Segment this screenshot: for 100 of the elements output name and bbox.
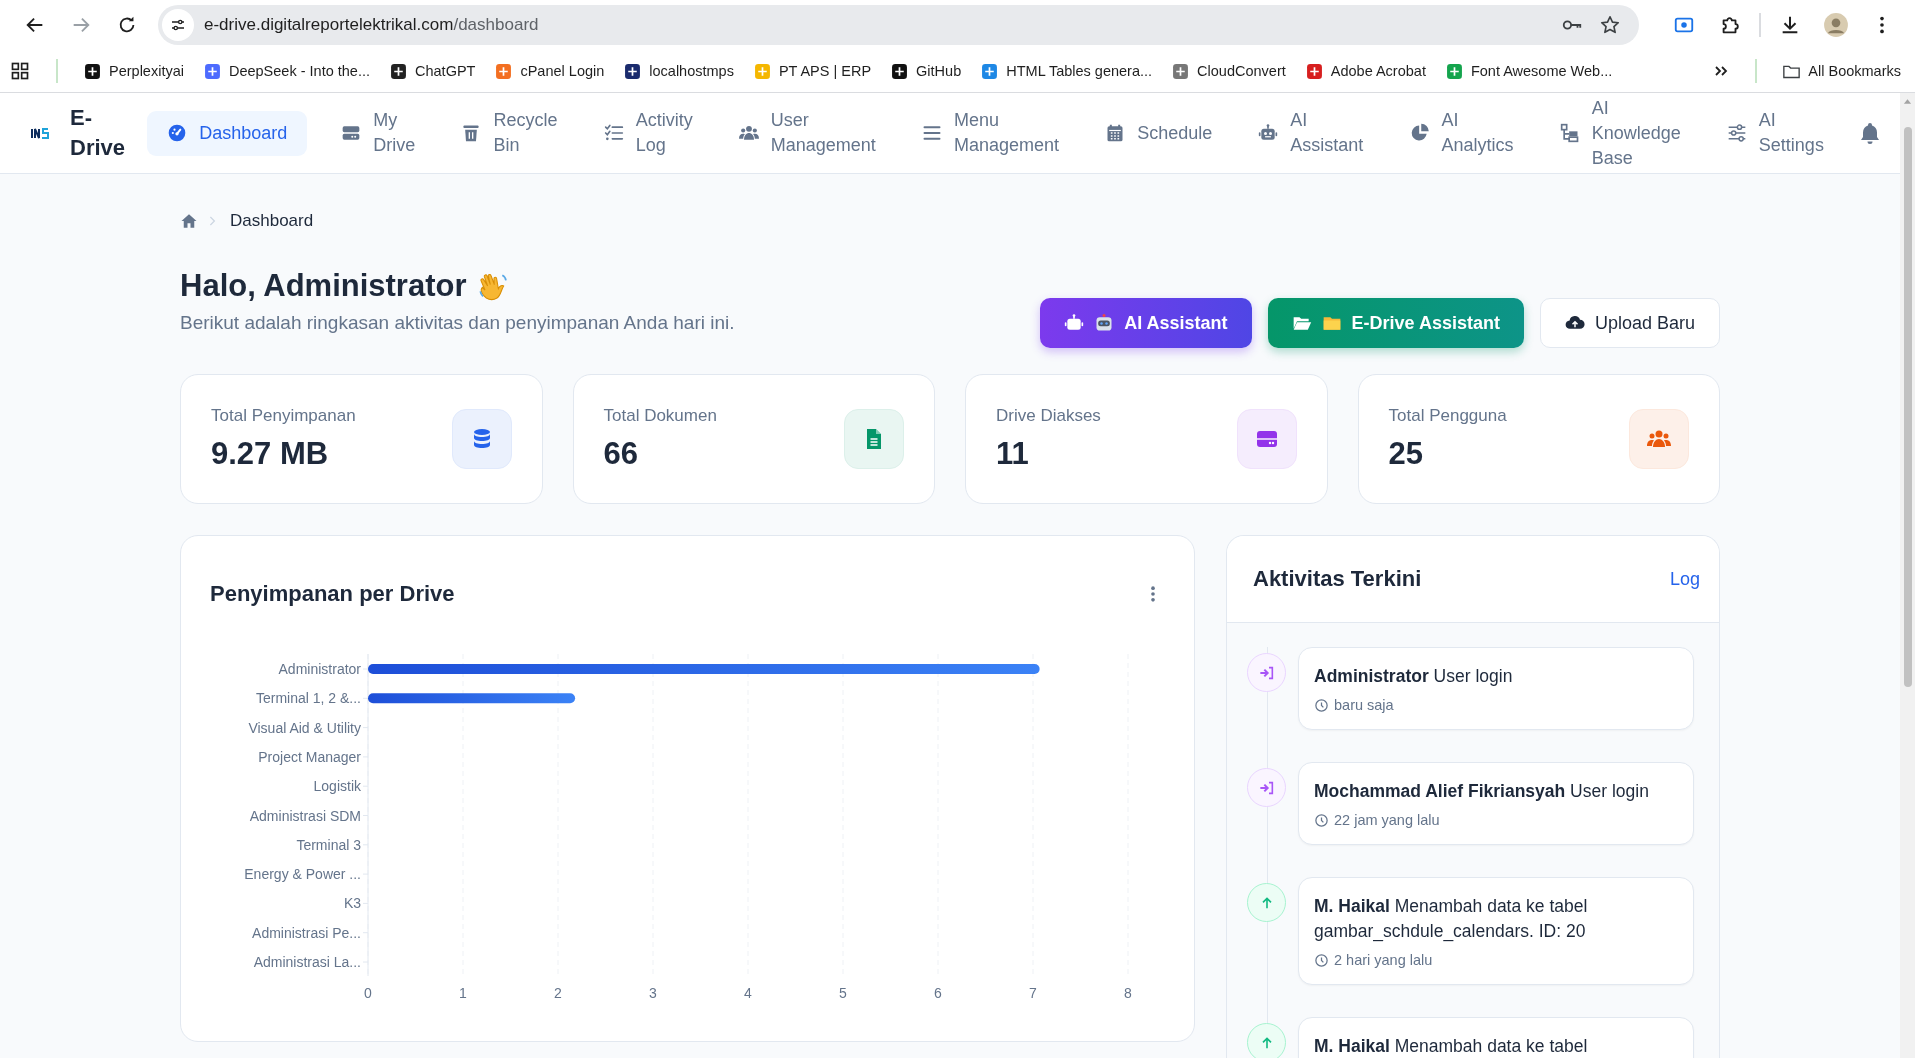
category-label: Visual Aid & Utility	[248, 719, 361, 736]
bookmark-link[interactable]: CloudConvert	[1197, 63, 1286, 79]
site-icon	[1172, 62, 1190, 80]
page-subtitle: Berikut adalah ringkasan aktivitas dan penyimpanan Anda hari ini.	[180, 311, 735, 335]
nav-icon	[167, 123, 188, 143]
address-bar[interactable]: e-drive.digitalreportelektrikal.com/dashboard	[158, 5, 1639, 45]
more-options-icon[interactable]	[1149, 584, 1157, 604]
bookmark-link[interactable]: PT APS | ERP	[778, 63, 872, 79]
avatar-icon[interactable]	[1823, 12, 1849, 38]
axis-tick-label: 8	[1124, 985, 1132, 1001]
category-label: Terminal 1, 2 &...	[255, 690, 361, 707]
scrollbar-thumb[interactable]	[1903, 127, 1912, 687]
site-icon	[753, 62, 771, 80]
nav-link[interactable]: Schedule	[1093, 110, 1225, 156]
nav-link[interactable]: AI Analytics	[1397, 98, 1526, 168]
stat-label: Drive Diakses	[996, 406, 1101, 426]
nav-icon	[1105, 123, 1126, 143]
category-label: Energy & Power ...	[244, 866, 361, 883]
bookmark-link[interactable]: HTML Tables genera...	[1006, 63, 1153, 79]
activity-text: Mochammad Alief Fikriansyah User login	[1314, 780, 1650, 803]
activity-time: 2 hari yang lalu	[1334, 952, 1433, 968]
bookmark-link[interactable]: cPanel Login	[520, 63, 605, 79]
brand-name: E-Drive	[70, 104, 126, 162]
axis-tick-label: 1	[459, 985, 467, 1001]
nav-icon	[603, 123, 624, 143]
activity-text: M. Haikal Menambah data ke tabel gambar_schdule_calendars. ID: 20	[1314, 895, 1589, 944]
chart-title: Penyimpanan per Drive	[210, 581, 455, 607]
robot-icon	[1064, 313, 1085, 333]
apps-grid-icon[interactable]	[10, 61, 30, 81]
ai-assistant-button[interactable]: AI Assistant	[1040, 298, 1252, 348]
bookmark-link[interactable]: GitHub	[916, 63, 962, 79]
nav-link[interactable]: Activity Log	[591, 98, 705, 168]
stat-value: 9.27 MB	[211, 436, 330, 472]
axis-tick-label: 2	[554, 985, 562, 1001]
site-icon	[1305, 62, 1323, 80]
activity-text: Administrator User login	[1314, 665, 1514, 688]
category-label: Administrasi SDM	[249, 807, 361, 824]
axis-tick-label: 4	[744, 985, 752, 1001]
upload-button[interactable]: Upload Baru	[1539, 298, 1720, 348]
bookmark-link[interactable]: DeepSeek - Into the...	[228, 63, 370, 79]
bookmark-link[interactable]: Font Awesome Web...	[1470, 63, 1613, 79]
axis-tick-label: 6	[934, 985, 942, 1001]
stat-value: 66	[603, 436, 639, 472]
category-label: Administrator	[278, 661, 361, 677]
axis-tick-label: 7	[1029, 985, 1037, 1001]
nav-link[interactable]: User Management	[726, 98, 888, 168]
category-label: Project Manager	[258, 748, 361, 765]
category-label: Logistik	[313, 778, 361, 795]
nav-link[interactable]: AI Assistant	[1246, 98, 1376, 168]
drive-assistant-button[interactable]: E-Drive Assistant	[1267, 298, 1524, 348]
nav-icon	[1258, 123, 1279, 143]
sign-in-icon	[1258, 664, 1275, 681]
site-icon	[495, 62, 513, 80]
nav-icon	[1409, 123, 1430, 143]
nav-icon	[1726, 123, 1747, 143]
bookmark-link[interactable]: ChatGPT	[415, 63, 476, 79]
sign-in-icon	[1258, 779, 1275, 796]
stat-label: Total Pengguna	[1388, 406, 1507, 426]
site-icon	[84, 62, 101, 80]
category-label: K3	[343, 895, 361, 912]
nav-link[interactable]: Recycle Bin	[449, 98, 570, 168]
robot-face-icon	[1094, 313, 1115, 333]
stat-value: 11	[996, 436, 1030, 472]
activity-title: Aktivitas Terkini	[1253, 566, 1422, 592]
axis-tick-label: 5	[839, 985, 847, 1001]
notification-bell-icon[interactable]	[1858, 121, 1882, 145]
site-icon	[891, 62, 909, 80]
nav-icon	[1559, 123, 1580, 143]
stat-label: Total Dokumen	[603, 406, 717, 426]
log-link[interactable]: Log	[1669, 568, 1700, 590]
activity-time: 22 jam yang lalu	[1334, 812, 1440, 828]
bookmark-link[interactable]: localhostmps	[649, 63, 734, 79]
clock-icon	[1314, 812, 1329, 828]
axis-tick-label: 0	[364, 985, 372, 1001]
bookmark-link[interactable]: Adobe Acrobat	[1330, 63, 1426, 79]
nav-link[interactable]: Dashboard	[147, 110, 308, 156]
url-text: e-drive.digitalreportelektrikal.com/dashboard	[204, 15, 539, 35]
home-icon[interactable]	[180, 212, 198, 230]
nav-icon	[738, 123, 759, 143]
axis-tick-label: 3	[649, 985, 657, 1001]
site-icon	[981, 62, 999, 80]
category-label: Administrasi La...	[253, 954, 361, 970]
clock-icon	[1314, 697, 1329, 713]
breadcrumb-current: Dashboard	[230, 211, 314, 231]
star-icon[interactable]	[1599, 14, 1621, 36]
site-icon	[390, 62, 407, 80]
nav-icon	[341, 123, 362, 143]
category-label: Terminal 3	[296, 836, 361, 853]
bookmark-link[interactable]: All Bookmarks	[1808, 63, 1901, 79]
nav-icon	[461, 123, 482, 143]
nav-link[interactable]: Menu Management	[909, 98, 1072, 168]
site-icon	[1445, 62, 1463, 80]
chevron-icon	[208, 214, 216, 228]
nav-link[interactable]: AI Knowledge Base	[1547, 85, 1693, 181]
bookmark-link[interactable]: Perplexityai	[109, 63, 184, 79]
category-label: Administrasi Pe...	[252, 924, 361, 941]
nav-link[interactable]: My Drive	[329, 98, 428, 168]
nav-link[interactable]: AI Settings	[1714, 98, 1836, 168]
activity-text: M. Haikal Menambah data ke tabel	[1314, 1035, 1589, 1058]
site-icon	[203, 62, 221, 80]
